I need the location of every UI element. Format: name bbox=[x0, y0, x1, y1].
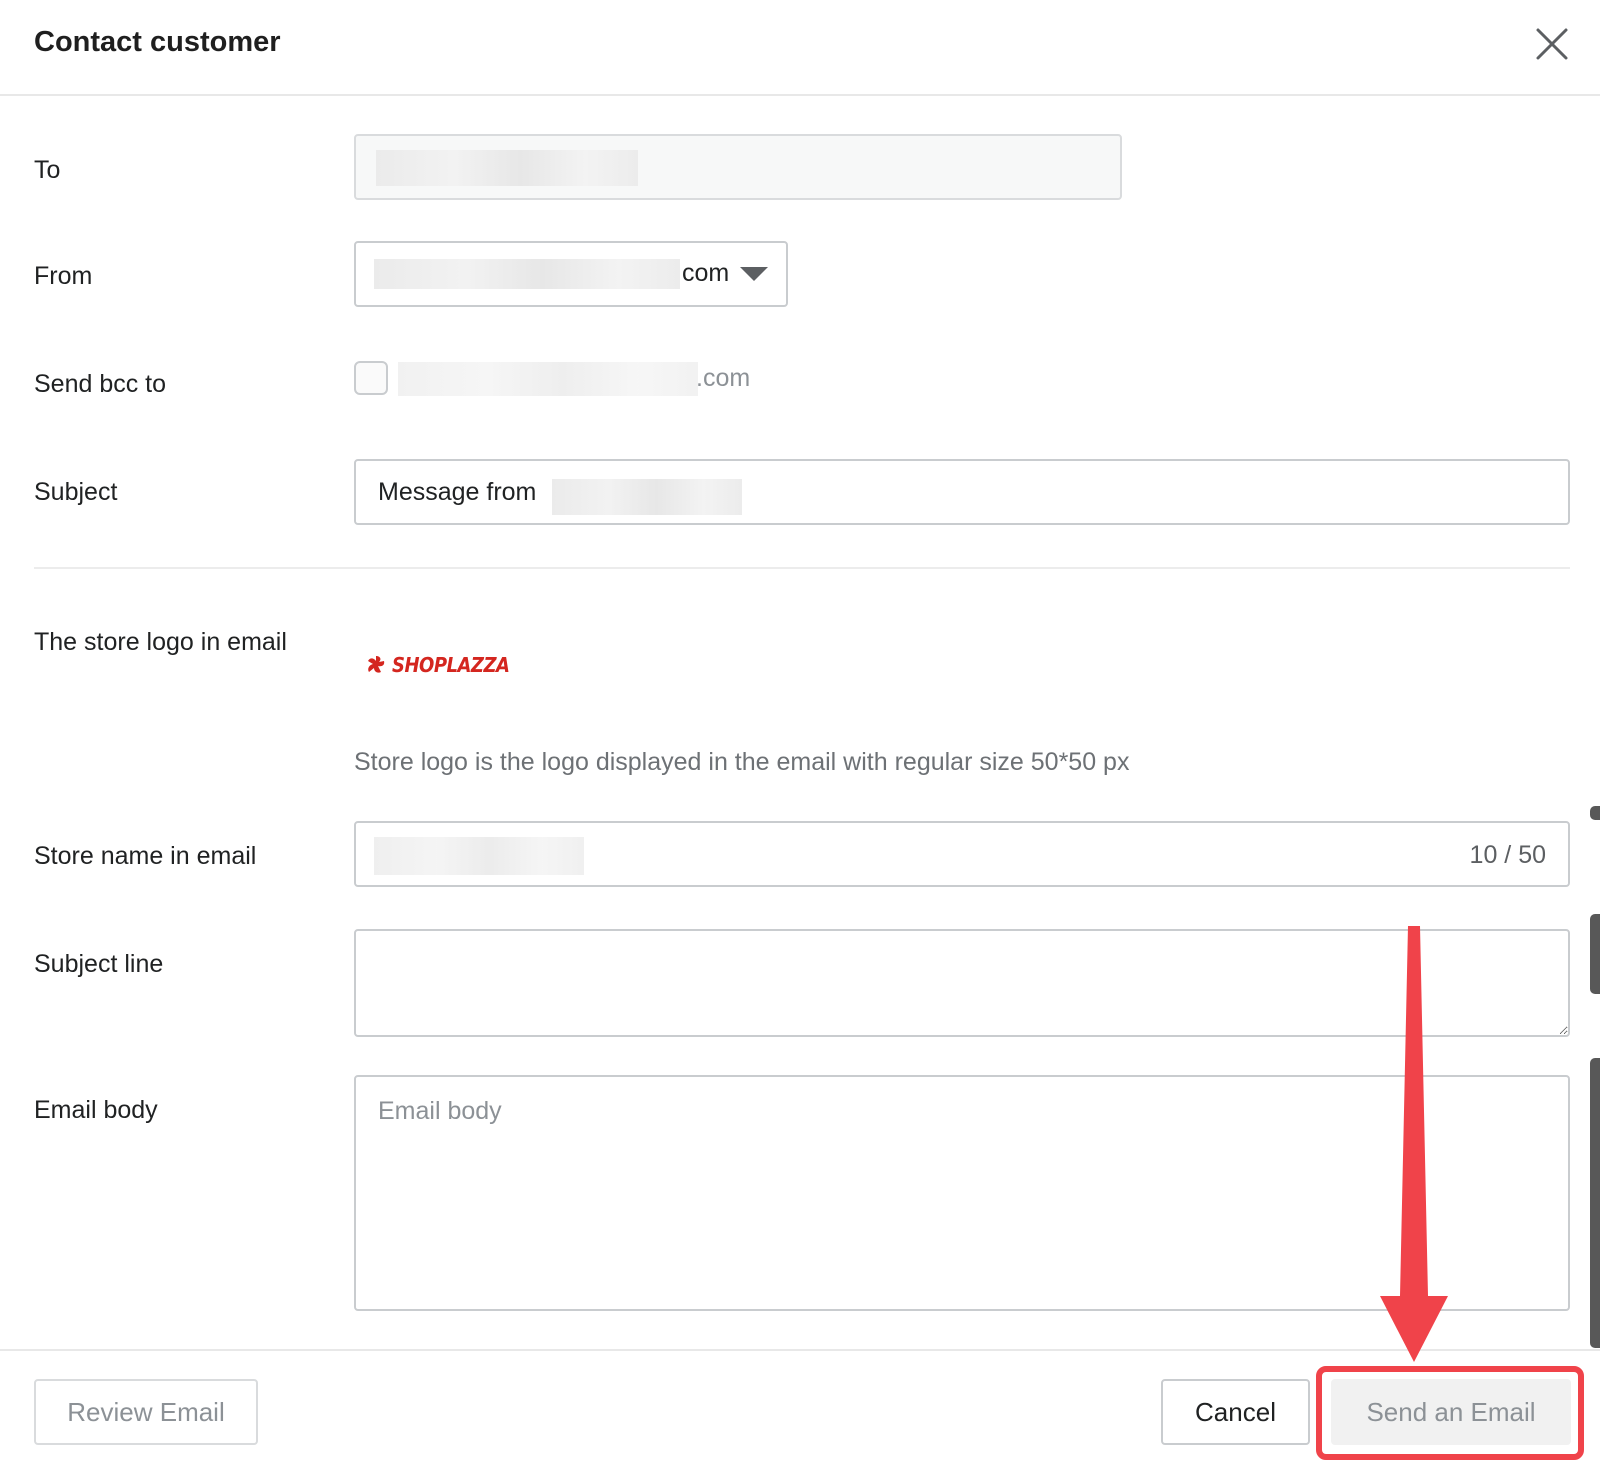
cancel-button[interactable]: Cancel bbox=[1161, 1379, 1310, 1445]
review-email-button[interactable]: Review Email bbox=[34, 1379, 258, 1445]
store-name-input[interactable]: 10 / 50 bbox=[354, 821, 1570, 887]
close-icon bbox=[1536, 28, 1568, 60]
scrollbar-thumb-top[interactable] bbox=[1590, 806, 1600, 820]
subject-line-label: Subject line bbox=[34, 950, 164, 978]
redacted-store-name-value bbox=[374, 837, 584, 875]
store-name-counter: 10 / 50 bbox=[1469, 841, 1546, 869]
section-divider bbox=[34, 567, 1570, 569]
redacted-bcc-address bbox=[398, 362, 698, 396]
shoplazza-logo-icon bbox=[368, 656, 385, 673]
subject-input[interactable]: Message from bbox=[354, 459, 1570, 525]
to-field[interactable] bbox=[354, 134, 1122, 200]
bcc-label: Send bcc to bbox=[34, 370, 167, 398]
redacted-from-address bbox=[374, 259, 680, 289]
store-logo[interactable]: SHOPLAZZA bbox=[366, 652, 510, 678]
from-value-suffix: com bbox=[682, 259, 730, 287]
store-name-label: Store name in email bbox=[34, 842, 257, 870]
email-body-label: Email body bbox=[34, 1096, 158, 1124]
send-email-button[interactable]: Send an Email bbox=[1331, 1379, 1571, 1445]
logo-label: The store logo in email bbox=[34, 628, 287, 656]
scrollbar-thumb[interactable] bbox=[1590, 914, 1600, 994]
redacted-to-address bbox=[376, 150, 638, 186]
bcc-value-suffix: .com bbox=[696, 364, 751, 392]
caret-down-icon bbox=[740, 267, 768, 281]
logo-wordmark: SHOPLAZZA bbox=[392, 652, 510, 678]
subject-label: Subject bbox=[34, 478, 118, 506]
bcc-checkbox[interactable] bbox=[354, 361, 388, 395]
redacted-store-name bbox=[552, 479, 742, 515]
from-select[interactable]: com bbox=[354, 241, 788, 307]
dialog-title: Contact customer bbox=[34, 26, 281, 58]
subject-value-prefix: Message from bbox=[378, 478, 537, 506]
logo-help-text: Store logo is the logo displayed in the … bbox=[354, 748, 1130, 776]
close-button[interactable] bbox=[1534, 26, 1570, 62]
from-label: From bbox=[34, 262, 93, 290]
dialog-header: Contact customer bbox=[0, 0, 1600, 96]
subject-line-textarea[interactable] bbox=[354, 929, 1570, 1037]
email-body-textarea[interactable] bbox=[354, 1075, 1570, 1311]
scrollbar-track-segment[interactable] bbox=[1590, 1058, 1600, 1348]
to-label: To bbox=[34, 156, 61, 184]
